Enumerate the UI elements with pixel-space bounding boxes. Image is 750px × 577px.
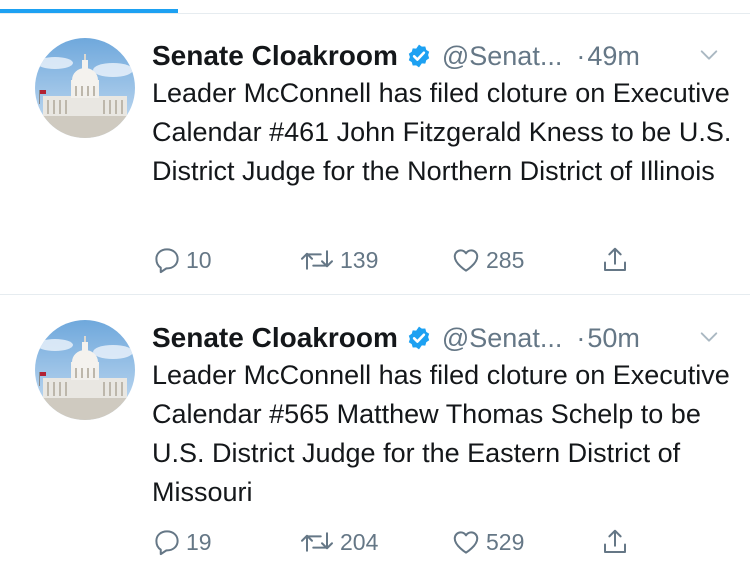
tweet-actions: 19 204 529: [152, 524, 652, 560]
share-icon: [604, 247, 626, 271]
tweet-text: Leader McConnell has filed cloture on Ex…: [152, 360, 730, 507]
separator-dot: ·: [576, 40, 586, 71]
retweet-icon: [301, 532, 333, 552]
separator-dot: ·: [576, 322, 586, 353]
tweet-actions: 10 139 285: [152, 242, 652, 278]
tweet[interactable]: Senate Cloakroom @Senat... · 50m Leader …: [0, 296, 750, 577]
retweet-button[interactable]: 139: [298, 242, 378, 278]
share-button[interactable]: [600, 242, 630, 278]
active-tab-indicator: [0, 9, 178, 13]
reply-button[interactable]: 10: [152, 242, 212, 278]
reply-count: 19: [186, 528, 212, 555]
like-icon: [453, 531, 479, 554]
reply-button[interactable]: 19: [152, 524, 212, 560]
author-handle[interactable]: @Senat...: [442, 323, 562, 354]
timestamp[interactable]: 49m: [587, 41, 640, 72]
like-count: 529: [486, 528, 525, 555]
chevron-down-icon[interactable]: [698, 44, 720, 66]
timestamp[interactable]: 50m: [587, 323, 640, 354]
reply-icon: [155, 248, 179, 274]
retweet-button[interactable]: 204: [298, 524, 378, 560]
retweet-count: 139: [340, 246, 379, 273]
tweet-header: Senate Cloakroom @Senat... · 49m: [152, 36, 730, 76]
retweet-count: 204: [340, 528, 379, 555]
like-icon: [453, 249, 479, 272]
avatar[interactable]: [35, 320, 135, 420]
tweet[interactable]: Senate Cloakroom @Senat... · 49m Leader …: [0, 14, 750, 295]
like-button[interactable]: 529: [450, 524, 524, 560]
verified-badge-icon: [408, 326, 430, 350]
avatar[interactable]: [35, 38, 135, 138]
reply-icon: [155, 530, 179, 556]
author-name[interactable]: Senate Cloakroom: [152, 322, 398, 354]
share-button[interactable]: [600, 524, 630, 560]
retweet-icon: [301, 250, 333, 270]
author-name[interactable]: Senate Cloakroom: [152, 40, 398, 72]
share-icon: [604, 529, 626, 553]
tweet-text: Leader McConnell has filed cloture on Ex…: [152, 78, 732, 186]
chevron-down-icon[interactable]: [698, 326, 720, 348]
like-button[interactable]: 285: [450, 242, 524, 278]
author-handle[interactable]: @Senat...: [442, 41, 562, 72]
like-count: 285: [486, 246, 525, 273]
tweet-header: Senate Cloakroom @Senat... · 50m: [152, 318, 730, 358]
reply-count: 10: [186, 246, 212, 273]
verified-badge-icon: [408, 44, 430, 68]
top-tab-bar: [0, 0, 750, 14]
